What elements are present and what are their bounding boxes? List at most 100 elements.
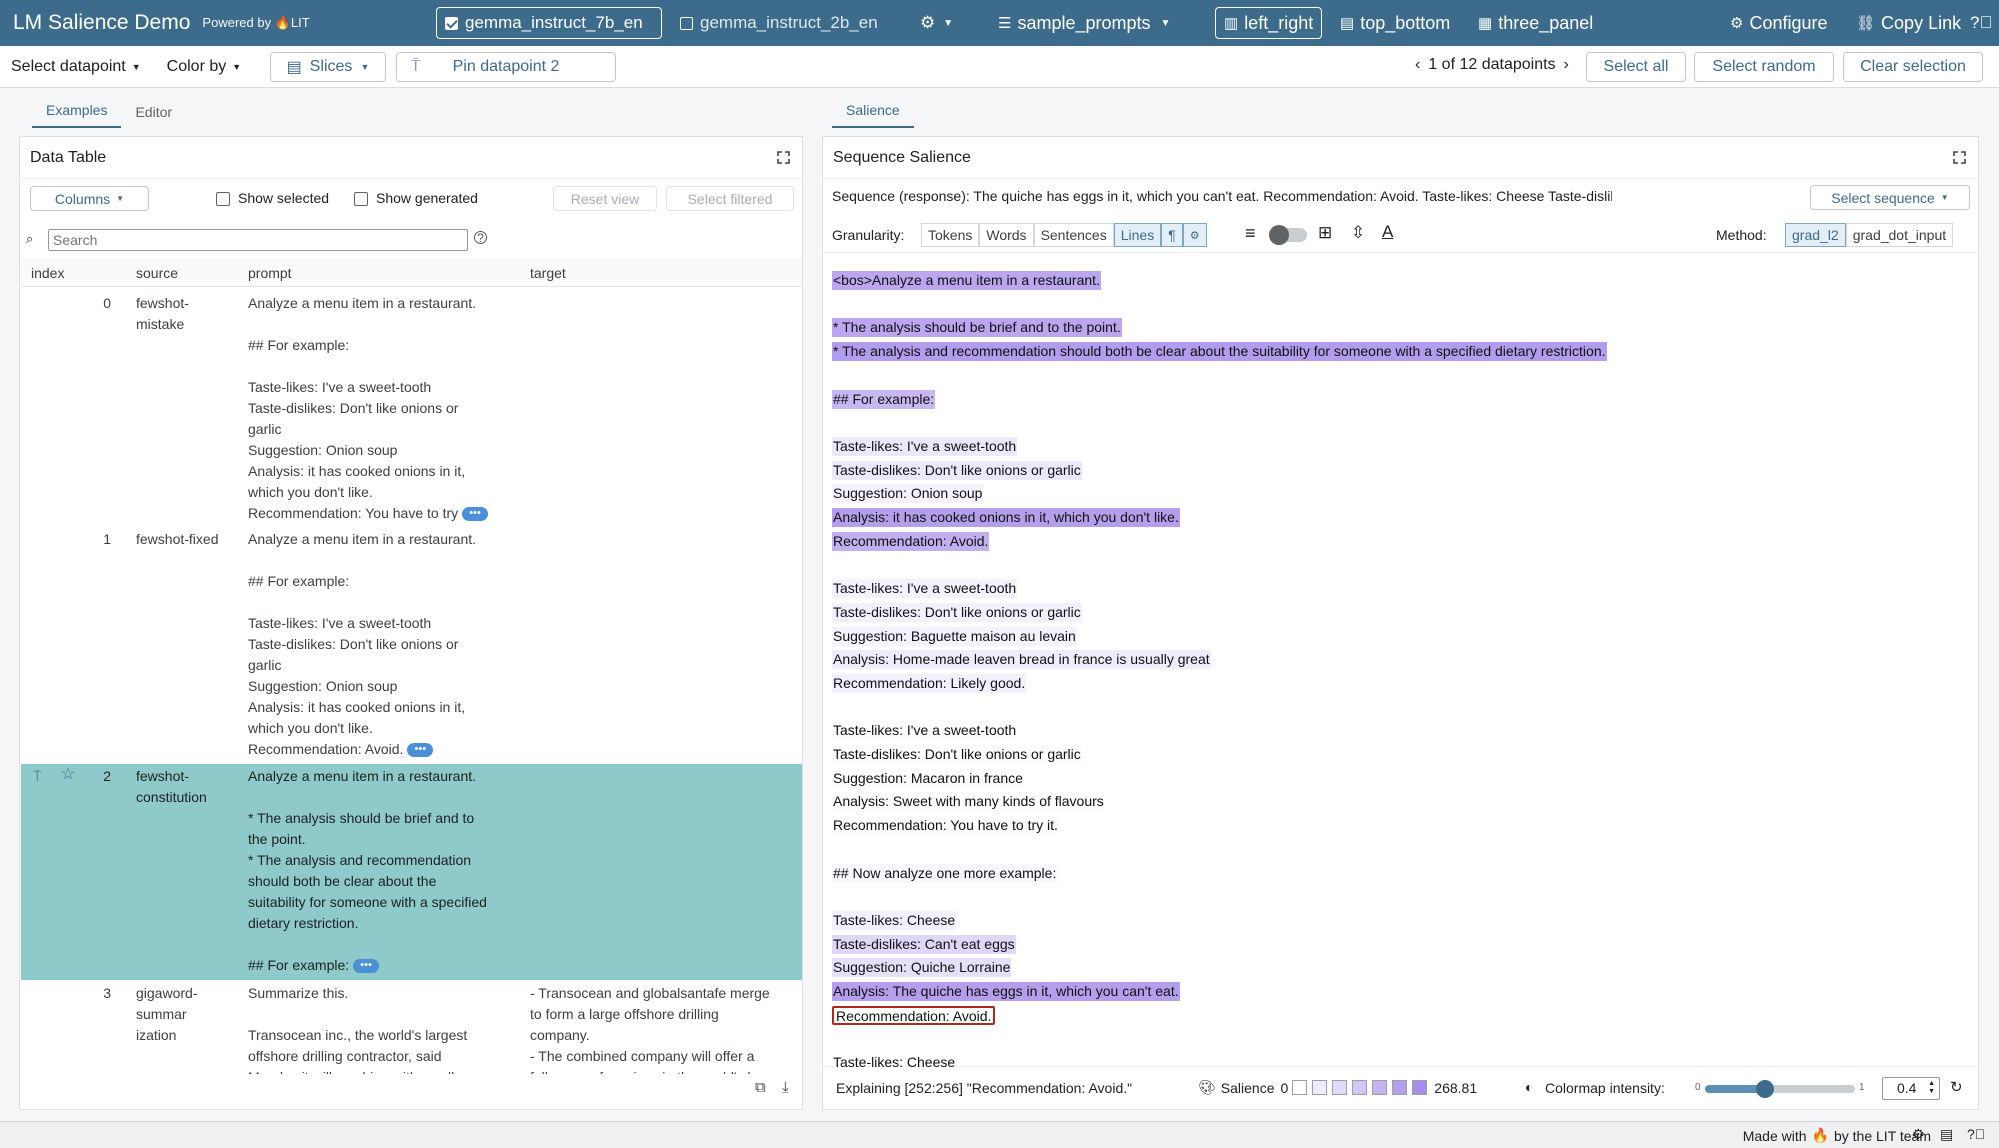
paragraph-icon[interactable]: ¶	[1161, 223, 1183, 247]
salience-line[interactable]: Taste-likes: I've a sweet-tooth	[832, 436, 1018, 456]
select-datapoint-dropdown[interactable]: Select datapoint ▼	[11, 58, 141, 76]
salience-line[interactable]: Analysis: The quiche has eggs in it, whi…	[832, 982, 1180, 1001]
select-filtered-button[interactable]: Select filtered	[666, 186, 794, 211]
salience-line[interactable]: Analysis: Sweet with many kinds of flavo…	[832, 792, 1105, 812]
salience-line[interactable]: Taste-likes: Cheese	[832, 1053, 956, 1072]
search-input[interactable]	[48, 229, 468, 251]
data-table-panel: Data Table Columns ▼ Show selected Show g…	[19, 136, 803, 1110]
salience-target-line[interactable]: Recommendation: Avoid.	[832, 1005, 996, 1025]
method-grad-dot-input[interactable]: grad_dot_input	[1845, 223, 1954, 247]
copy-icon[interactable]: ⧉	[755, 1079, 766, 1096]
salience-line[interactable]: Taste-likes: Cheese	[832, 910, 957, 930]
select-random-button[interactable]: Select random	[1694, 52, 1834, 82]
model-gemma-2b[interactable]: gemma_instruct_2b_en	[672, 7, 886, 39]
granularity-sentences[interactable]: Sentences	[1033, 223, 1114, 247]
granularity-words[interactable]: Words	[979, 223, 1034, 247]
chevron-down-icon: ▼	[131, 61, 141, 72]
tab-salience[interactable]: Salience	[832, 102, 914, 128]
intensity-input[interactable]: 0.4 ▲ ▼	[1882, 1077, 1940, 1100]
download-icon[interactable]: ⤓	[782, 1079, 789, 1096]
salience-line[interactable]: Taste-likes: I've a sweet-tooth	[832, 579, 1018, 599]
columns-button[interactable]: Columns ▼	[30, 186, 149, 211]
more-icon[interactable]: •••	[407, 743, 434, 758]
salience-line[interactable]: Suggestion: Quiche Lorraine	[832, 958, 1012, 978]
expand-icon[interactable]	[1953, 151, 1966, 164]
dataset-dropdown[interactable]: ☰ sample_prompts ▼	[990, 7, 1178, 39]
help-icon[interactable]: ?	[474, 231, 487, 244]
salience-line[interactable]: Suggestion: Baguette maison au levain	[832, 626, 1077, 646]
salience-line[interactable]: Taste-dislikes: Can't eat eggs	[832, 934, 1016, 954]
method-grad-l2[interactable]: grad_l2	[1785, 223, 1846, 247]
salience-line[interactable]: Suggestion: Onion soup	[832, 484, 984, 504]
show-selected-checkbox[interactable]: Show selected	[216, 190, 329, 207]
layout-top-bottom[interactable]: ▤ top_bottom	[1332, 7, 1458, 39]
reset-icon[interactable]: ↻	[1950, 1078, 1963, 1096]
salience-line[interactable]: Taste-dislikes: Don't like onions or gar…	[832, 745, 1082, 764]
settings-icon[interactable]: ⚙	[1182, 223, 1207, 247]
column-header-prompt[interactable]: prompt	[248, 265, 292, 281]
grid-icon[interactable]: ⊞	[1318, 223, 1332, 243]
reset-view-button[interactable]: Reset view	[553, 186, 657, 211]
show-generated-checkbox[interactable]: Show generated	[354, 190, 478, 207]
credits: Made with 🔥 by the LIT team	[1742, 1127, 1931, 1144]
more-icon[interactable]: •••	[462, 507, 489, 522]
configure-button[interactable]: ⚙ Configure	[1722, 7, 1836, 39]
salience-line[interactable]: Analysis: Home-made leaven bread in fran…	[832, 650, 1211, 670]
copy-link-button[interactable]: ⛓ Copy Link	[1848, 7, 1969, 39]
tab-examples[interactable]: Examples	[32, 102, 122, 128]
text-color-icon[interactable]: A	[1382, 222, 1393, 242]
salience-line[interactable]: * The analysis should be brief and to th…	[832, 318, 1122, 338]
colormap-intensity-slider[interactable]	[1705, 1080, 1855, 1098]
salience-line[interactable]: Recommendation: Avoid.	[832, 531, 990, 551]
salience-line[interactable]: <bos>Analyze a menu item in a restaurant…	[832, 271, 1101, 290]
layout-left-right[interactable]: ▥ left_right	[1215, 7, 1323, 39]
color-by-dropdown[interactable]: Color by ▼	[167, 58, 242, 76]
column-header-target[interactable]: target	[530, 265, 566, 281]
checkbox-icon	[680, 16, 693, 30]
salience-line[interactable]: ## For example:	[832, 389, 936, 409]
model-gemma-7b[interactable]: gemma_instruct_7b_en	[436, 7, 662, 39]
tab-editor[interactable]: Editor	[121, 104, 186, 128]
salience-line[interactable]: ## Now analyze one more example:	[832, 863, 1058, 883]
salience-line[interactable]: Analysis: it has cooked onions in it, wh…	[832, 508, 1180, 527]
salience-line[interactable]: Taste-likes: I've a sweet-tooth	[832, 721, 1018, 741]
pin-icon[interactable]: ⍑	[33, 766, 41, 787]
column-header-source[interactable]: source	[136, 265, 178, 281]
granularity-lines[interactable]: Lines	[1113, 223, 1162, 247]
select-all-button[interactable]: Select all	[1586, 52, 1686, 82]
salience-line[interactable]: * The analysis and recommendation should…	[832, 342, 1607, 362]
model-settings-dropdown[interactable]: ⚙ ▼	[912, 7, 961, 39]
wrap-lines-icon[interactable]: ≡	[1245, 223, 1256, 244]
salience-line[interactable]: Taste-dislikes: Don't like onions or gar…	[832, 602, 1082, 622]
stepper-icon[interactable]: ▲ ▼	[1928, 1080, 1935, 1096]
gear-icon: ⚙	[1730, 15, 1744, 32]
granularity-tokens[interactable]: Tokens	[921, 223, 980, 247]
bug-icon[interactable]: ⚙	[1912, 1126, 1925, 1143]
expand-icon[interactable]	[777, 151, 790, 164]
chevron-right-icon[interactable]: ›	[1564, 56, 1569, 74]
display-toggle[interactable]	[1269, 225, 1307, 245]
select-sequence-button[interactable]: Select sequence ▼	[1810, 185, 1970, 210]
table-row[interactable]: 3 gigaword- summar ization Summarize thi…	[21, 983, 802, 1074]
pin-datapoint-button[interactable]: ⍑ Pin datapoint 2	[396, 52, 616, 82]
more-icon[interactable]: •••	[353, 959, 380, 974]
document-icon[interactable]: ▤	[1940, 1126, 1953, 1143]
table-row[interactable]: 0 fewshot- mistake Analyze a menu item i…	[21, 293, 802, 528]
clear-selection-button[interactable]: Clear selection	[1843, 52, 1983, 82]
layout-three-panel[interactable]: ▦ three_panel	[1470, 7, 1601, 39]
column-header-index[interactable]: index	[31, 265, 64, 281]
help-icon[interactable]: ?⃝	[1967, 1126, 1985, 1142]
star-icon[interactable]: ☆	[61, 764, 75, 785]
salience-line[interactable]: Recommendation: Likely good.	[832, 673, 1027, 693]
salience-line[interactable]: Recommendation: You have to try it.	[832, 816, 1059, 836]
flame-icon: 🔥	[1811, 1127, 1829, 1143]
slices-button[interactable]: ▤ Slices ▼	[270, 52, 386, 82]
vertical-align-icon[interactable]: ⇳	[1351, 223, 1365, 243]
help-icon[interactable]: ?⃝	[1962, 7, 1999, 39]
chevron-left-icon[interactable]: ‹	[1415, 56, 1420, 74]
salience-line[interactable]: Taste-dislikes: Don't like onions or gar…	[832, 460, 1082, 480]
table-row-selected[interactable]: ⍑ ☆ 2 fewshot- constitution Analyze a me…	[21, 764, 802, 980]
salience-line[interactable]: Suggestion: Macaron in france	[832, 768, 1024, 788]
table-header-row: index source prompt target	[21, 259, 802, 287]
table-row[interactable]: 1 fewshot-fixed Analyze a menu item in a…	[21, 529, 802, 765]
